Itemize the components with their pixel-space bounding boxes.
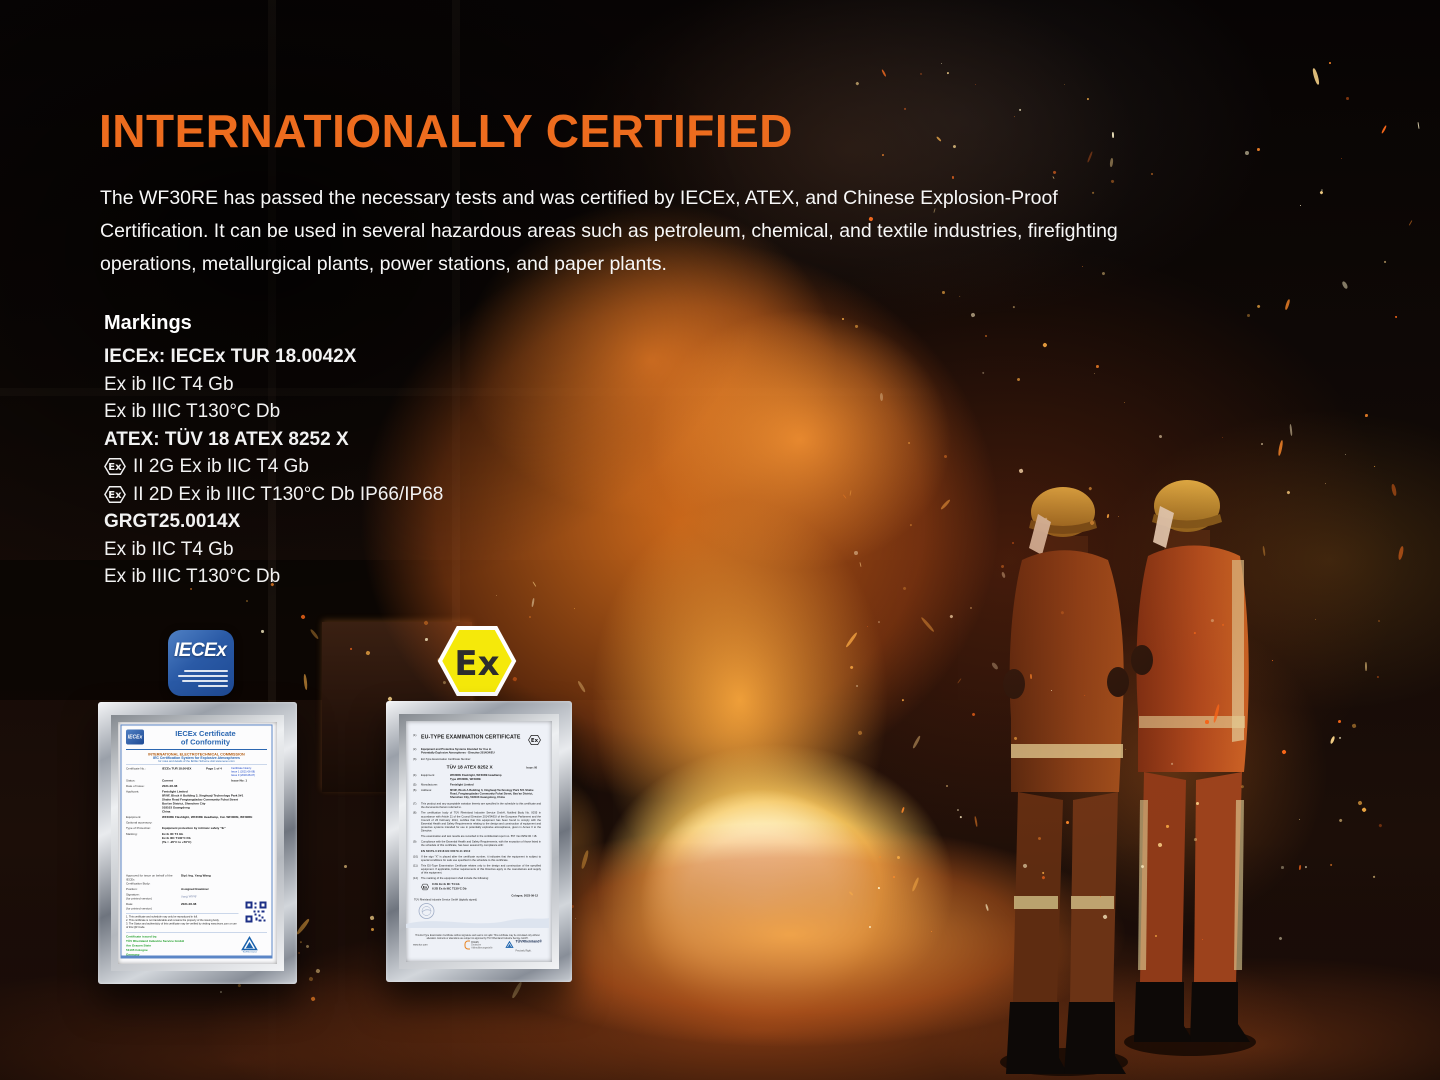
marking-line: IECEx: IECEx TUR 18.0042X [104,343,443,371]
cert-number: TÜV 18 ATEX 8252 X Issue: 00 [413,765,541,771]
cert-signed-by: TÜV Rheinland Industrie Service GmbH (di… [414,898,541,901]
ex-hexagon-icon: Ex [104,485,126,504]
atex-certificate-frame: (1) EU-TYPE EXAMINATION CERTIFICATE Ex (… [386,701,572,982]
atex-ex-logo-badge: Ex [437,625,517,697]
cert-signature-row: Approved for issue on behalf of the IECE… [126,874,267,886]
marking-line: Ex II 2D Ex ib IIIC T130°C Db IP66/IP68 [104,481,443,509]
cert-field-row: Equipment:WF30RE Flashlight, WF30RE Head… [126,816,267,820]
svg-text:Ex: Ex [423,885,428,889]
ex-hexagon-icon: Ex [421,884,429,891]
svg-text:Ex: Ex [108,490,122,501]
wave-decoration [406,915,549,928]
tuv-rheinland-logo: TÜVRheinland®Precisely Right. [506,936,543,954]
page-title: INTERNATIONALLY CERTIFIED [99,104,793,158]
marking-line: Ex ib IIIC T130°C Db [104,398,443,426]
marking-line: Ex ib IIC T4 Gb [104,536,443,564]
iecex-cert-logo: IECEx [126,730,144,745]
ex-hexagon-icon: Ex [104,457,126,476]
marking-line: Ex II 2G Ex ib IIC T4 Gb [104,453,443,481]
svg-text:Ex: Ex [531,738,539,744]
svg-text:Ex: Ex [108,462,122,473]
cert-field-row: Optional accessory: [126,821,267,825]
iecex-logo-badge: IECEx [168,630,234,696]
iecex-certificate-frame: IECEx IECEx Certificate of Conformity IN… [98,702,297,984]
cert-notes: 1. This certificate and schedule may onl… [126,913,239,930]
marking-line: Ex ib IIIC T130°C Db [104,563,443,591]
cert-field-row: Applicant:Fenixlight Limited 8F/9F, Bloc… [126,790,267,814]
cert-field-row: Date of Issue:2021-06-08 [126,784,267,788]
ex-hexagon-icon: Ex [528,734,541,746]
svg-text:Ex: Ex [454,644,499,684]
cert-signature-row: Signature: (for printed version)Yang Wan… [126,893,267,901]
qr-code [246,902,267,923]
tuv-rheinland-logo: TÜVRheinland [241,936,258,953]
tuv-url: www.tuv.com [413,944,464,947]
intro-paragraph: The WF30RE has passed the necessary test… [100,182,1145,281]
marking-line: ATEX: TÜV 18 ATEX 8252 X [104,426,443,454]
cert-field-row: Marking:Ex ib IIC T4 Gb Ex ib IIIC T130°… [126,832,267,844]
marking-line: Ex ib IIC T4 Gb [104,371,443,399]
cert-place-date: Cologne, 2023-09-12 [413,894,538,897]
cert-marking-lines: Ex II 2G Ex ib IIC T4 Gb II 2D Ex ib III… [421,883,541,892]
markings-section: Markings IECEx: IECEx TUR 18.0042X Ex ib… [104,312,443,591]
cert-field-row: Status: Current Issue No: 1 [126,779,267,783]
cert-field-row: Certificate No.: IECEx TUR 18.0042X Page… [126,767,267,778]
cert-title: EU-TYPE EXAMINATION CERTIFICATE [421,734,528,741]
iecex-certificate-document: IECEx IECEx Certificate of Conformity IN… [118,722,275,961]
iecex-logo-text: IECEx [174,640,234,662]
cert-issuer-block: Certificate issued by: TÜV Rheinland Ind… [126,935,241,957]
markings-title: Markings [104,312,443,335]
certification-banner: INTERNATIONALLY CERTIFIED The WF30RE has… [0,0,1440,1080]
svg-text:TÜVRheinland: TÜVRheinland [242,950,257,953]
atex-certificate-document: (1) EU-TYPE EXAMINATION CERTIFICATE Ex (… [406,721,549,960]
cert-field-row: Type of Protection:Equipment protection … [126,827,267,831]
dakks-logo: DAkkSDeutsche Akkreditierungsstelle [464,941,492,950]
cert-title: IECEx Certificate of Conformity [144,730,267,747]
marking-line: GRGT25.0014X [104,508,443,536]
